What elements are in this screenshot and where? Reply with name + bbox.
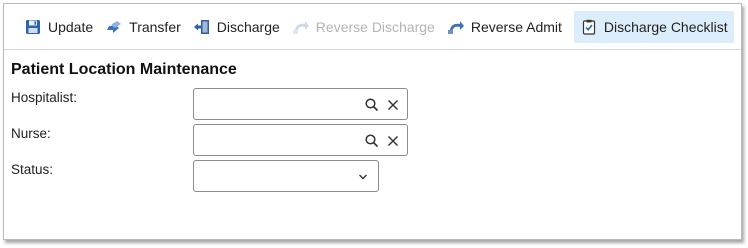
hospitalist-input[interactable] (198, 93, 358, 115)
transfer-button[interactable]: Transfer (105, 11, 187, 43)
reverse-admit-label: Reverse Admit (470, 18, 562, 35)
checklist-icon (580, 18, 598, 36)
hospitalist-label: Hospitalist: (11, 90, 78, 105)
reverse-arrow-icon (292, 18, 310, 36)
reverse-discharge-button[interactable]: Reverse Discharge (292, 11, 441, 43)
search-icon[interactable] (364, 97, 380, 113)
close-icon[interactable] (385, 133, 401, 149)
discharge-label: Discharge (216, 18, 280, 35)
discharge-checklist-label: Discharge Checklist (603, 18, 728, 35)
discharge-checklist-button[interactable]: Discharge Checklist (573, 10, 734, 43)
reverse-admit-button[interactable]: Reverse Admit (447, 11, 568, 43)
transfer-icon (105, 18, 123, 36)
nurse-lookup (193, 124, 408, 156)
floppy-disk-icon (24, 18, 42, 36)
chevron-down-icon (356, 170, 370, 184)
reverse-arrow-icon (447, 18, 465, 36)
discharge-button[interactable]: Discharge (193, 11, 286, 43)
status-label: Status: (11, 162, 54, 177)
status-select[interactable] (193, 160, 379, 192)
discharge-door-icon (193, 18, 211, 36)
update-button[interactable]: Update (24, 11, 99, 43)
close-icon[interactable] (385, 97, 401, 113)
reverse-discharge-label: Reverse Discharge (315, 18, 435, 35)
hospitalist-lookup (193, 88, 408, 120)
patient-location-window: Update Transfer Discharge Reverse Discha… (3, 3, 742, 240)
search-icon[interactable] (364, 133, 380, 149)
page-title: Patient Location Maintenance (11, 61, 237, 78)
nurse-label: Nurse: (11, 126, 51, 141)
nurse-input[interactable] (198, 129, 358, 151)
toolbar: Update Transfer Discharge Reverse Discha… (4, 4, 741, 50)
transfer-label: Transfer (129, 18, 181, 35)
update-label: Update (48, 18, 94, 35)
